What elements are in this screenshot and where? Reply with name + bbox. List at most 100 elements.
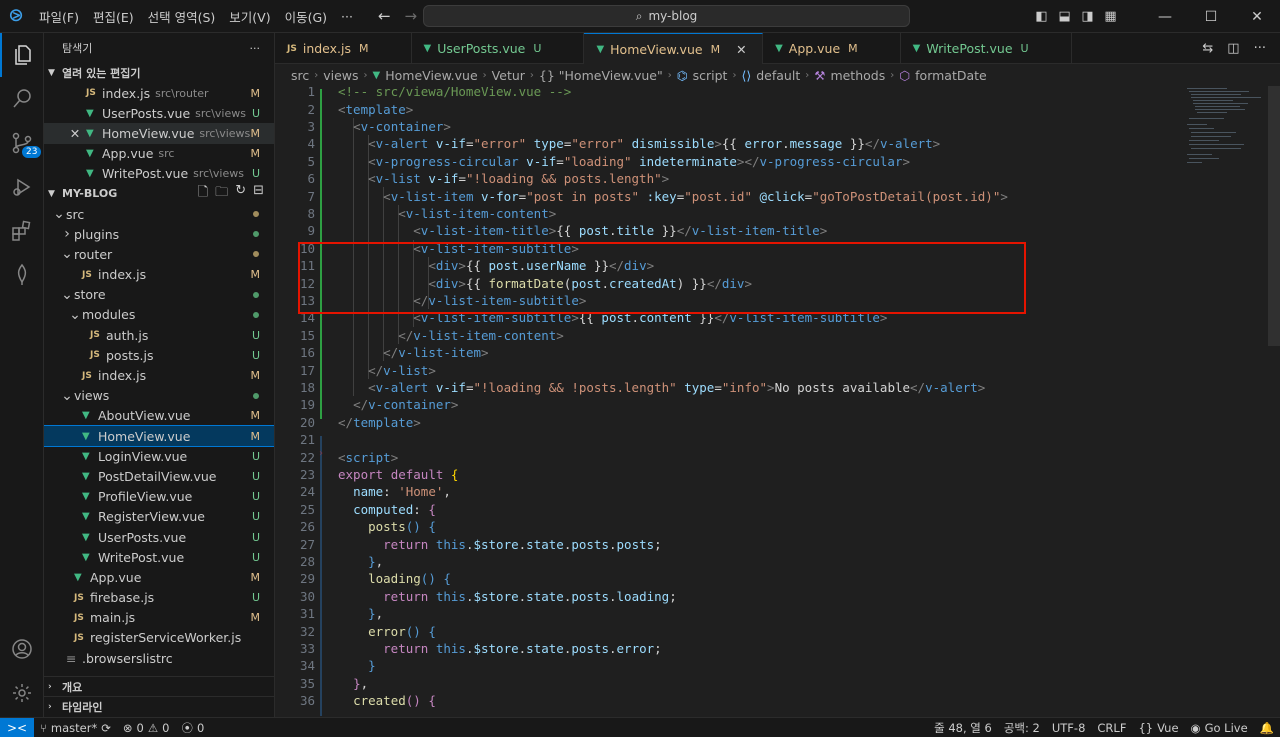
file-item[interactable]: JS main.js M — [44, 608, 274, 628]
folder-item[interactable]: ⌄ router — [44, 244, 274, 264]
close-editor-icon[interactable]: ✕ — [64, 126, 86, 141]
menu-file[interactable]: 파일(F) — [32, 7, 86, 26]
breadcrumb-views[interactable]: views — [323, 68, 358, 83]
code-line[interactable]: 6 <v-list v-if="!loading && posts.length… — [275, 170, 1175, 187]
close-tab-icon[interactable]: ✕ — [736, 42, 752, 57]
code-line[interactable]: 29 loading() { — [275, 570, 1175, 587]
code-line[interactable]: 32 error() { — [275, 622, 1175, 639]
toggle-primary-sidebar-icon[interactable]: ◧ — [1030, 9, 1053, 24]
forward-arrow-icon[interactable]: → — [405, 7, 418, 25]
menu-more[interactable]: ··· — [334, 9, 360, 24]
file-item[interactable]: JS posts.js U — [44, 345, 274, 365]
code-line[interactable]: 21 — [275, 431, 1175, 448]
tab-writepost-vue[interactable]: ▼ WritePost.vue U — [901, 33, 1072, 64]
close-window-icon[interactable]: ✕ — [1234, 9, 1280, 25]
tab-homeview-vue[interactable]: ▼ HomeView.vue M ✕ — [584, 33, 764, 64]
breadcrumb-methods[interactable]: methods — [830, 68, 885, 83]
notifications-icon[interactable]: 🔔 — [1254, 721, 1280, 735]
remote-indicator[interactable]: >< — [0, 717, 34, 737]
file-item[interactable]: ▼ RegisterView.vue U — [44, 507, 274, 527]
refresh-icon[interactable]: ↻ — [235, 183, 246, 205]
outline-section[interactable]: › 개요 — [44, 676, 274, 697]
breadcrumb-vetur[interactable]: Vetur — [492, 68, 525, 83]
folder-item[interactable]: ⌄ views — [44, 386, 274, 406]
code-line[interactable]: 19 </v-container> — [275, 396, 1175, 413]
code-line[interactable]: 18 <v-alert v-if="!loading && !posts.len… — [275, 379, 1175, 396]
file-item[interactable]: JS firebase.js U — [44, 588, 274, 608]
minimize-icon[interactable]: — — [1142, 9, 1188, 25]
code-line[interactable]: 5 <v-progress-circular v-if="loading" in… — [275, 153, 1175, 170]
open-editor-item[interactable]: ✕ ▼ HomeView.vue src\views M — [44, 123, 274, 144]
file-item[interactable]: ▼ LoginView.vue U — [44, 446, 274, 466]
menu-go[interactable]: 이동(G) — [278, 7, 334, 26]
code-line[interactable]: 30 return this.$store.state.posts.loadin… — [275, 588, 1175, 605]
file-item[interactable]: ▼ AboutView.vue M — [44, 406, 274, 426]
back-arrow-icon[interactable]: ← — [378, 7, 391, 25]
file-item[interactable]: JS index.js M — [44, 265, 274, 285]
minimap[interactable] — [1177, 86, 1267, 717]
code-line[interactable]: 2 <template> — [275, 100, 1175, 117]
file-item[interactable]: ▼ ProfileView.vue U — [44, 487, 274, 507]
split-editor-icon[interactable]: ◫ — [1227, 41, 1239, 56]
file-item[interactable]: ≡ .browserslistrc — [44, 648, 274, 668]
open-editor-item[interactable]: ▼ WritePost.vue src\views U — [44, 164, 274, 184]
explorer-icon[interactable] — [0, 33, 44, 77]
open-editor-item[interactable]: ▼ App.vue src M — [44, 144, 274, 164]
folder-item[interactable]: ⌄ src — [44, 204, 274, 224]
tab-app-vue[interactable]: ▼ App.vue M — [763, 33, 901, 64]
code-line[interactable]: 35 }, — [275, 675, 1175, 692]
code-line[interactable]: 15 </v-list-item-content> — [275, 327, 1175, 344]
extensions-icon[interactable] — [0, 209, 44, 253]
breadcrumb-formatdate[interactable]: formatDate — [915, 68, 987, 83]
code-line[interactable]: 1 <!-- src/viewa/HomeView.vue --> — [275, 86, 1175, 100]
explorer-more-icon[interactable]: ··· — [250, 42, 261, 55]
code-line[interactable]: 28 }, — [275, 553, 1175, 570]
new-folder-icon[interactable]: 🗀 — [215, 183, 228, 205]
folder-item[interactable]: ⌄ store — [44, 285, 274, 305]
new-file-icon[interactable]: 🗋 — [198, 183, 208, 205]
accounts-icon[interactable] — [0, 627, 44, 671]
folder-item[interactable]: ⌄ modules — [44, 305, 274, 325]
toggle-panel-icon[interactable]: ⬓ — [1053, 9, 1076, 24]
indentation[interactable]: 공백: 2 — [998, 720, 1046, 736]
problems-status[interactable]: ⊗ 0 ⚠ 0 — [117, 721, 176, 735]
file-item[interactable]: ▼ UserPosts.vue U — [44, 527, 274, 547]
code-line[interactable]: 12 <div>{{ formatDate(post.createdAt) }}… — [275, 274, 1175, 291]
editor-more-icon[interactable]: ··· — [1254, 41, 1266, 56]
code-line[interactable]: 9 <v-list-item-title>{{ post.title }}</v… — [275, 222, 1175, 239]
code-line[interactable]: 14 <v-list-item-subtitle>{{ post.content… — [275, 309, 1175, 326]
mongodb-leaf-icon[interactable] — [0, 253, 44, 297]
branch-status[interactable]: ⑂ master* ⟳ — [34, 721, 117, 735]
collapse-all-icon[interactable]: ⊟ — [253, 183, 264, 205]
code-line[interactable]: 11 <div>{{ post.userName }}</div> — [275, 257, 1175, 274]
file-item[interactable]: ▼ App.vue M — [44, 567, 274, 587]
search-view-icon[interactable] — [0, 77, 44, 121]
code-line[interactable]: 24 name: 'Home', — [275, 483, 1175, 500]
cursor-position[interactable]: 줄 48, 열 6 — [928, 720, 998, 736]
code-line[interactable]: 17 </v-list> — [275, 361, 1175, 378]
command-center-search[interactable]: ⌕ my-blog — [423, 5, 910, 27]
code-line[interactable]: 7 <v-list-item v-for="post in posts" :ke… — [275, 187, 1175, 204]
code-line[interactable]: 16 </v-list-item> — [275, 344, 1175, 361]
open-editor-item[interactable]: ▼ UserPosts.vue src\views U — [44, 103, 274, 123]
breadcrumb-module[interactable]: {} "HomeView.vue" — [539, 68, 663, 83]
open-editor-item[interactable]: JS index.js src\router M — [44, 83, 274, 103]
project-header[interactable]: ▼ MY-BLOG 🗋 🗀 ↻ ⊟ — [44, 183, 274, 205]
code-line[interactable]: 10 <v-list-item-subtitle> — [275, 240, 1175, 257]
breadcrumb-script[interactable]: script — [693, 68, 728, 83]
file-item[interactable]: JS auth.js U — [44, 325, 274, 345]
folder-item[interactable]: › plugins — [44, 224, 274, 244]
code-line[interactable]: 25 computed: { — [275, 501, 1175, 518]
file-item[interactable]: JS registerServiceWorker.js — [44, 628, 274, 648]
file-item[interactable]: ▼ PostDetailView.vue U — [44, 466, 274, 486]
code-line[interactable]: 34 } — [275, 657, 1175, 674]
run-debug-icon[interactable] — [0, 165, 44, 209]
breadcrumb-file[interactable]: HomeView.vue — [385, 68, 477, 83]
ports-status[interactable]: ⦿ 0 — [175, 720, 210, 736]
timeline-section[interactable]: › 타임라인 — [44, 696, 274, 717]
code-line[interactable]: 31 }, — [275, 605, 1175, 622]
breadcrumb-src[interactable]: src — [291, 68, 309, 83]
code-line[interactable]: 26 posts() { — [275, 518, 1175, 535]
code-editor[interactable]: 1 <!-- src/viewa/HomeView.vue --> 2 <templa… — [275, 86, 1280, 717]
code-line[interactable]: 33 return this.$store.state.posts.error; — [275, 640, 1175, 657]
